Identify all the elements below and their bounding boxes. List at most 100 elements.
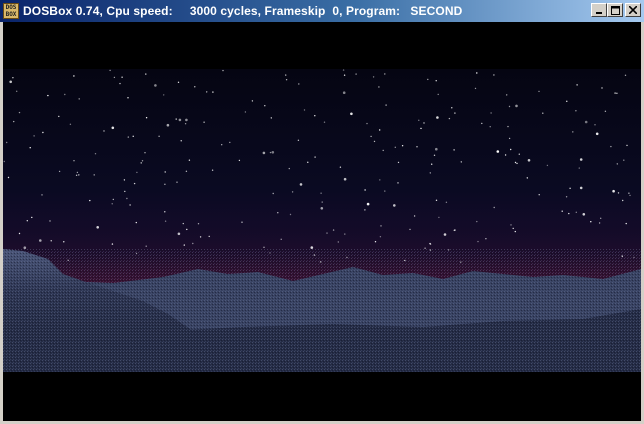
star [506,94,508,96]
star [485,238,487,240]
star [291,191,294,193]
star [9,80,12,84]
star [622,199,624,202]
star [476,72,478,74]
star [3,160,5,163]
star [208,235,210,238]
star [144,152,146,154]
star [443,233,447,236]
star [454,229,456,231]
star [18,232,21,235]
star [123,179,126,181]
star [185,118,188,122]
star [355,73,357,75]
minimize-button[interactable] [591,3,607,17]
star [145,245,147,247]
dos-screen[interactable] [3,22,641,421]
star [616,163,618,165]
close-icon [629,6,637,14]
star [423,122,425,124]
game-scene [3,69,641,372]
star [41,194,43,196]
star [112,198,115,201]
star [612,189,615,193]
star [111,243,114,245]
star [629,194,631,197]
star [424,247,426,249]
star [448,117,451,120]
night-landscape-image [3,69,641,372]
star [379,179,381,181]
star [135,221,137,224]
star [584,120,588,124]
dosbox-app-icon[interactable]: DOS BOX [3,3,19,19]
star [285,74,287,76]
star [73,75,75,77]
star [64,93,66,96]
star [342,69,345,71]
close-button[interactable] [625,3,641,17]
star [601,87,603,89]
star [435,147,438,151]
star [320,192,322,194]
star [429,172,431,174]
star [163,94,165,96]
star [203,121,205,123]
star [578,167,580,169]
star [262,151,266,155]
star [136,171,138,174]
star [476,220,478,223]
star [310,246,314,249]
star [12,77,14,79]
star [614,92,616,94]
star [182,222,184,225]
star [63,241,65,243]
star [454,112,456,114]
star [370,135,372,138]
star [512,227,514,230]
star [515,104,518,108]
star [372,76,375,78]
star [154,84,157,87]
star [435,80,437,82]
star [490,112,492,114]
star [628,192,630,194]
star [298,83,300,85]
star [58,170,61,173]
star [75,174,78,176]
star [238,159,241,162]
star [625,222,627,225]
star [320,207,324,210]
star [280,238,282,240]
star [617,192,620,194]
star [366,122,368,125]
star [595,132,599,136]
star [127,136,129,138]
maximize-button[interactable] [607,3,623,17]
star [384,73,386,75]
star [493,74,495,76]
star [418,119,420,121]
title-bar[interactable]: DOS BOX DOSBox 0.74, Cpu speed: 3000 cyc… [0,0,644,22]
star [576,84,578,86]
star [382,149,384,152]
star [288,167,290,170]
star [429,243,432,245]
star [380,225,382,227]
star [186,228,188,231]
star [96,226,99,229]
star [489,126,491,128]
star [164,220,167,222]
star [314,156,316,158]
star [192,242,194,245]
star [594,124,596,126]
star [47,94,49,97]
star [229,141,231,144]
star [436,116,439,119]
star [435,199,438,201]
star [339,166,342,168]
star [307,161,309,163]
star [510,224,512,226]
star [565,196,568,198]
maximize-icon [610,5,620,15]
